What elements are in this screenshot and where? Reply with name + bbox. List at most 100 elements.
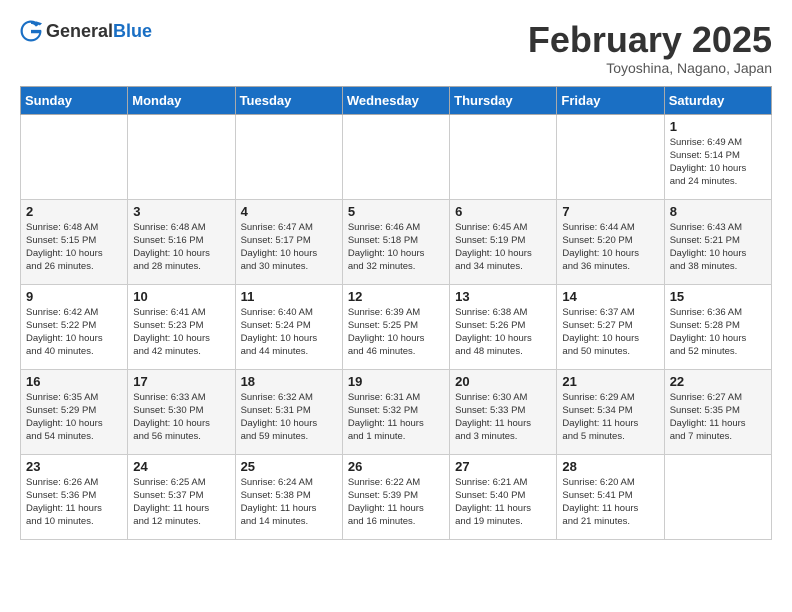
calendar-cell xyxy=(21,114,128,199)
day-number: 11 xyxy=(241,289,337,304)
day-number: 9 xyxy=(26,289,122,304)
calendar-week-1: 1 Sunrise: 6:49 AM Sunset: 5:14 PM Daylig… xyxy=(21,114,772,199)
logo-blue: Blue xyxy=(113,21,152,41)
day-number: 14 xyxy=(562,289,658,304)
calendar-cell: 2 Sunrise: 6:48 AM Sunset: 5:15 PM Daylig… xyxy=(21,199,128,284)
day-number: 25 xyxy=(241,459,337,474)
day-number: 18 xyxy=(241,374,337,389)
weekday-header-thursday: Thursday xyxy=(450,86,557,114)
calendar-cell xyxy=(450,114,557,199)
day-info: Sunrise: 6:44 AM Sunset: 5:20 PM Dayligh… xyxy=(562,221,658,274)
calendar-cell: 16Sunrise: 6:35 AM Sunset: 5:29 PM Dayli… xyxy=(21,369,128,454)
day-info: Sunrise: 6:43 AM Sunset: 5:21 PM Dayligh… xyxy=(670,221,766,274)
calendar-cell: 28 Sunrise: 6:20 AM Sunset: 5:41 PM Dayli… xyxy=(557,454,664,539)
day-number: 23 xyxy=(26,459,122,474)
day-info: Sunrise: 6:31 AM Sunset: 5:32 PM Dayligh… xyxy=(348,391,444,444)
day-number: 15 xyxy=(670,289,766,304)
day-info: Sunrise: 6:22 AM Sunset: 5:39 PM Dayligh… xyxy=(348,476,444,529)
calendar-table: SundayMondayTuesdayWednesdayThursdayFrid… xyxy=(20,86,772,540)
day-number: 8 xyxy=(670,204,766,219)
day-number: 13 xyxy=(455,289,551,304)
calendar-cell: 22 Sunrise: 6:27 AM Sunset: 5:35 PM Dayli… xyxy=(664,369,771,454)
calendar-cell: 6 Sunrise: 6:45 AM Sunset: 5:19 PM Daylig… xyxy=(450,199,557,284)
day-info: Sunrise: 6:37 AM Sunset: 5:27 PM Dayligh… xyxy=(562,306,658,359)
day-info: Sunrise: 6:49 AM Sunset: 5:14 PM Dayligh… xyxy=(670,136,766,189)
day-info: Sunrise: 6:41 AM Sunset: 5:23 PM Dayligh… xyxy=(133,306,229,359)
day-info: Sunrise: 6:20 AM Sunset: 5:41 PM Dayligh… xyxy=(562,476,658,529)
day-info: Sunrise: 6:45 AM Sunset: 5:19 PM Dayligh… xyxy=(455,221,551,274)
day-number: 28 xyxy=(562,459,658,474)
calendar-cell: 13 Sunrise: 6:38 AM Sunset: 5:26 PM Dayli… xyxy=(450,284,557,369)
calendar-week-4: 16Sunrise: 6:35 AM Sunset: 5:29 PM Dayli… xyxy=(21,369,772,454)
day-number: 2 xyxy=(26,204,122,219)
calendar-cell: 3Sunrise: 6:48 AM Sunset: 5:16 PM Daylig… xyxy=(128,199,235,284)
calendar-cell xyxy=(128,114,235,199)
calendar-cell xyxy=(235,114,342,199)
day-info: Sunrise: 6:21 AM Sunset: 5:40 PM Dayligh… xyxy=(455,476,551,529)
day-info: Sunrise: 6:32 AM Sunset: 5:31 PM Dayligh… xyxy=(241,391,337,444)
day-number: 6 xyxy=(455,204,551,219)
day-number: 12 xyxy=(348,289,444,304)
day-number: 21 xyxy=(562,374,658,389)
day-info: Sunrise: 6:36 AM Sunset: 5:28 PM Dayligh… xyxy=(670,306,766,359)
day-info: Sunrise: 6:40 AM Sunset: 5:24 PM Dayligh… xyxy=(241,306,337,359)
logo-general: General xyxy=(46,21,113,41)
weekday-header-wednesday: Wednesday xyxy=(342,86,449,114)
weekday-header-saturday: Saturday xyxy=(664,86,771,114)
calendar-cell: 20 Sunrise: 6:30 AM Sunset: 5:33 PM Dayli… xyxy=(450,369,557,454)
day-number: 26 xyxy=(348,459,444,474)
day-info: Sunrise: 6:25 AM Sunset: 5:37 PM Dayligh… xyxy=(133,476,229,529)
day-info: Sunrise: 6:29 AM Sunset: 5:34 PM Dayligh… xyxy=(562,391,658,444)
calendar-cell xyxy=(342,114,449,199)
day-info: Sunrise: 6:35 AM Sunset: 5:29 PM Dayligh… xyxy=(26,391,122,444)
calendar-subtitle: Toyoshina, Nagano, Japan xyxy=(528,60,772,76)
day-number: 22 xyxy=(670,374,766,389)
calendar-title: February 2025 xyxy=(528,20,772,60)
day-info: Sunrise: 6:30 AM Sunset: 5:33 PM Dayligh… xyxy=(455,391,551,444)
calendar-cell: 14 Sunrise: 6:37 AM Sunset: 5:27 PM Dayli… xyxy=(557,284,664,369)
calendar-cell: 11 Sunrise: 6:40 AM Sunset: 5:24 PM Dayli… xyxy=(235,284,342,369)
calendar-cell: 18 Sunrise: 6:32 AM Sunset: 5:31 PM Dayli… xyxy=(235,369,342,454)
day-info: Sunrise: 6:47 AM Sunset: 5:17 PM Dayligh… xyxy=(241,221,337,274)
calendar-cell xyxy=(557,114,664,199)
day-info: Sunrise: 6:24 AM Sunset: 5:38 PM Dayligh… xyxy=(241,476,337,529)
calendar-cell: 1 Sunrise: 6:49 AM Sunset: 5:14 PM Daylig… xyxy=(664,114,771,199)
day-info: Sunrise: 6:27 AM Sunset: 5:35 PM Dayligh… xyxy=(670,391,766,444)
logo: GeneralBlue xyxy=(20,20,152,42)
day-number: 5 xyxy=(348,204,444,219)
weekday-header-tuesday: Tuesday xyxy=(235,86,342,114)
calendar-cell: 26 Sunrise: 6:22 AM Sunset: 5:39 PM Dayli… xyxy=(342,454,449,539)
calendar-cell: 24 Sunrise: 6:25 AM Sunset: 5:37 PM Dayli… xyxy=(128,454,235,539)
day-info: Sunrise: 6:38 AM Sunset: 5:26 PM Dayligh… xyxy=(455,306,551,359)
day-number: 10 xyxy=(133,289,229,304)
title-block: February 2025 Toyoshina, Nagano, Japan xyxy=(528,20,772,76)
calendar-cell: 17 Sunrise: 6:33 AM Sunset: 5:30 PM Dayli… xyxy=(128,369,235,454)
day-info: Sunrise: 6:48 AM Sunset: 5:15 PM Dayligh… xyxy=(26,221,122,274)
calendar-cell: 27 Sunrise: 6:21 AM Sunset: 5:40 PM Dayli… xyxy=(450,454,557,539)
day-number: 24 xyxy=(133,459,229,474)
weekday-header-monday: Monday xyxy=(128,86,235,114)
calendar-cell: 23Sunrise: 6:26 AM Sunset: 5:36 PM Dayli… xyxy=(21,454,128,539)
calendar-cell: 19 Sunrise: 6:31 AM Sunset: 5:32 PM Dayli… xyxy=(342,369,449,454)
day-info: Sunrise: 6:42 AM Sunset: 5:22 PM Dayligh… xyxy=(26,306,122,359)
calendar-cell: 7 Sunrise: 6:44 AM Sunset: 5:20 PM Daylig… xyxy=(557,199,664,284)
day-number: 3 xyxy=(133,204,229,219)
calendar-cell: 9 Sunrise: 6:42 AM Sunset: 5:22 PM Daylig… xyxy=(21,284,128,369)
calendar-week-3: 9 Sunrise: 6:42 AM Sunset: 5:22 PM Daylig… xyxy=(21,284,772,369)
weekday-header-row: SundayMondayTuesdayWednesdayThursdayFrid… xyxy=(21,86,772,114)
day-number: 7 xyxy=(562,204,658,219)
day-number: 1 xyxy=(670,119,766,134)
calendar-cell: 25 Sunrise: 6:24 AM Sunset: 5:38 PM Dayli… xyxy=(235,454,342,539)
calendar-cell: 4Sunrise: 6:47 AM Sunset: 5:17 PM Daylig… xyxy=(235,199,342,284)
calendar-week-2: 2 Sunrise: 6:48 AM Sunset: 5:15 PM Daylig… xyxy=(21,199,772,284)
day-info: Sunrise: 6:33 AM Sunset: 5:30 PM Dayligh… xyxy=(133,391,229,444)
page-header: GeneralBlue February 2025 Toyoshina, Nag… xyxy=(20,20,772,76)
logo-icon xyxy=(20,20,42,42)
day-number: 20 xyxy=(455,374,551,389)
day-number: 19 xyxy=(348,374,444,389)
weekday-header-friday: Friday xyxy=(557,86,664,114)
weekday-header-sunday: Sunday xyxy=(21,86,128,114)
day-number: 17 xyxy=(133,374,229,389)
day-number: 27 xyxy=(455,459,551,474)
calendar-cell: 8 Sunrise: 6:43 AM Sunset: 5:21 PM Daylig… xyxy=(664,199,771,284)
